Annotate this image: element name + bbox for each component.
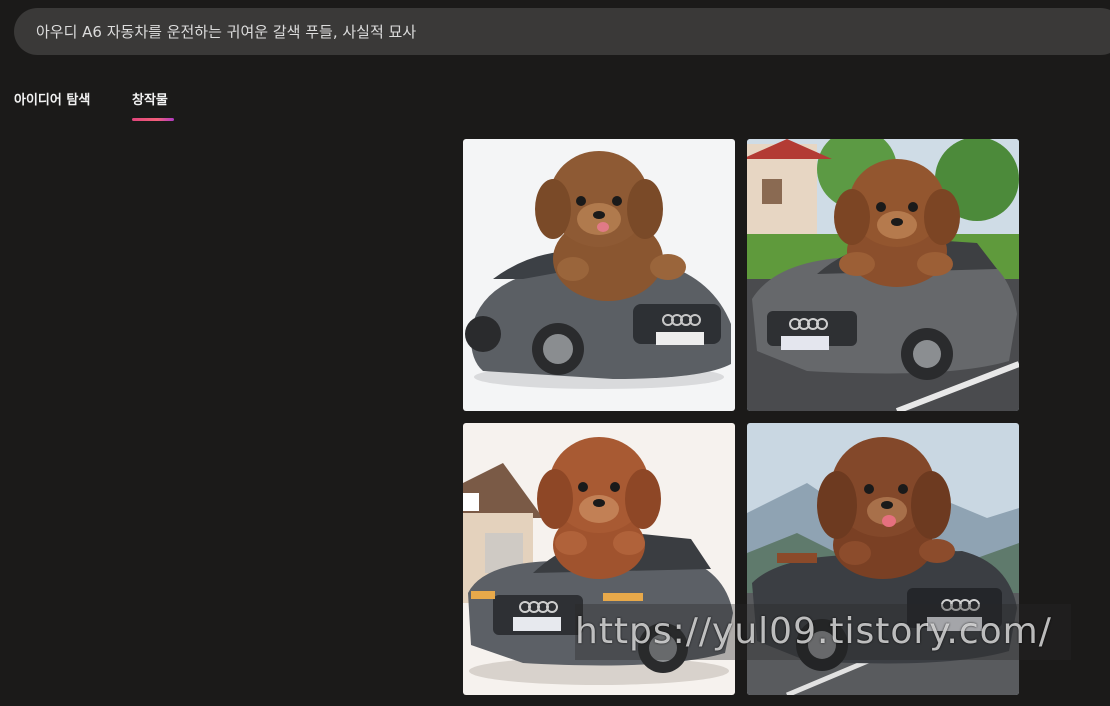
tab-idea-explore[interactable]: 아이디어 탐색 [14, 92, 90, 110]
active-tab-indicator [132, 118, 174, 121]
search-prompt-text: 아우디 A6 자동차를 운전하는 귀여운 갈색 푸들, 사실적 묘사 [36, 23, 417, 41]
result-image-1[interactable] [463, 139, 735, 411]
search-input[interactable]: 아우디 A6 자동차를 운전하는 귀여운 갈색 푸들, 사실적 묘사 [14, 8, 1110, 55]
poodle-car-illustration-2 [747, 139, 1019, 411]
result-image-2[interactable] [747, 139, 1019, 411]
poodle-car-illustration-1 [463, 139, 735, 411]
watermark-url: https://yul09.tistory.com/ [575, 604, 1071, 660]
page: 아우디 A6 자동차를 운전하는 귀여운 갈색 푸들, 사실적 묘사 아이디어 … [0, 0, 1110, 706]
tab-creations[interactable]: 창작물 [132, 92, 168, 110]
